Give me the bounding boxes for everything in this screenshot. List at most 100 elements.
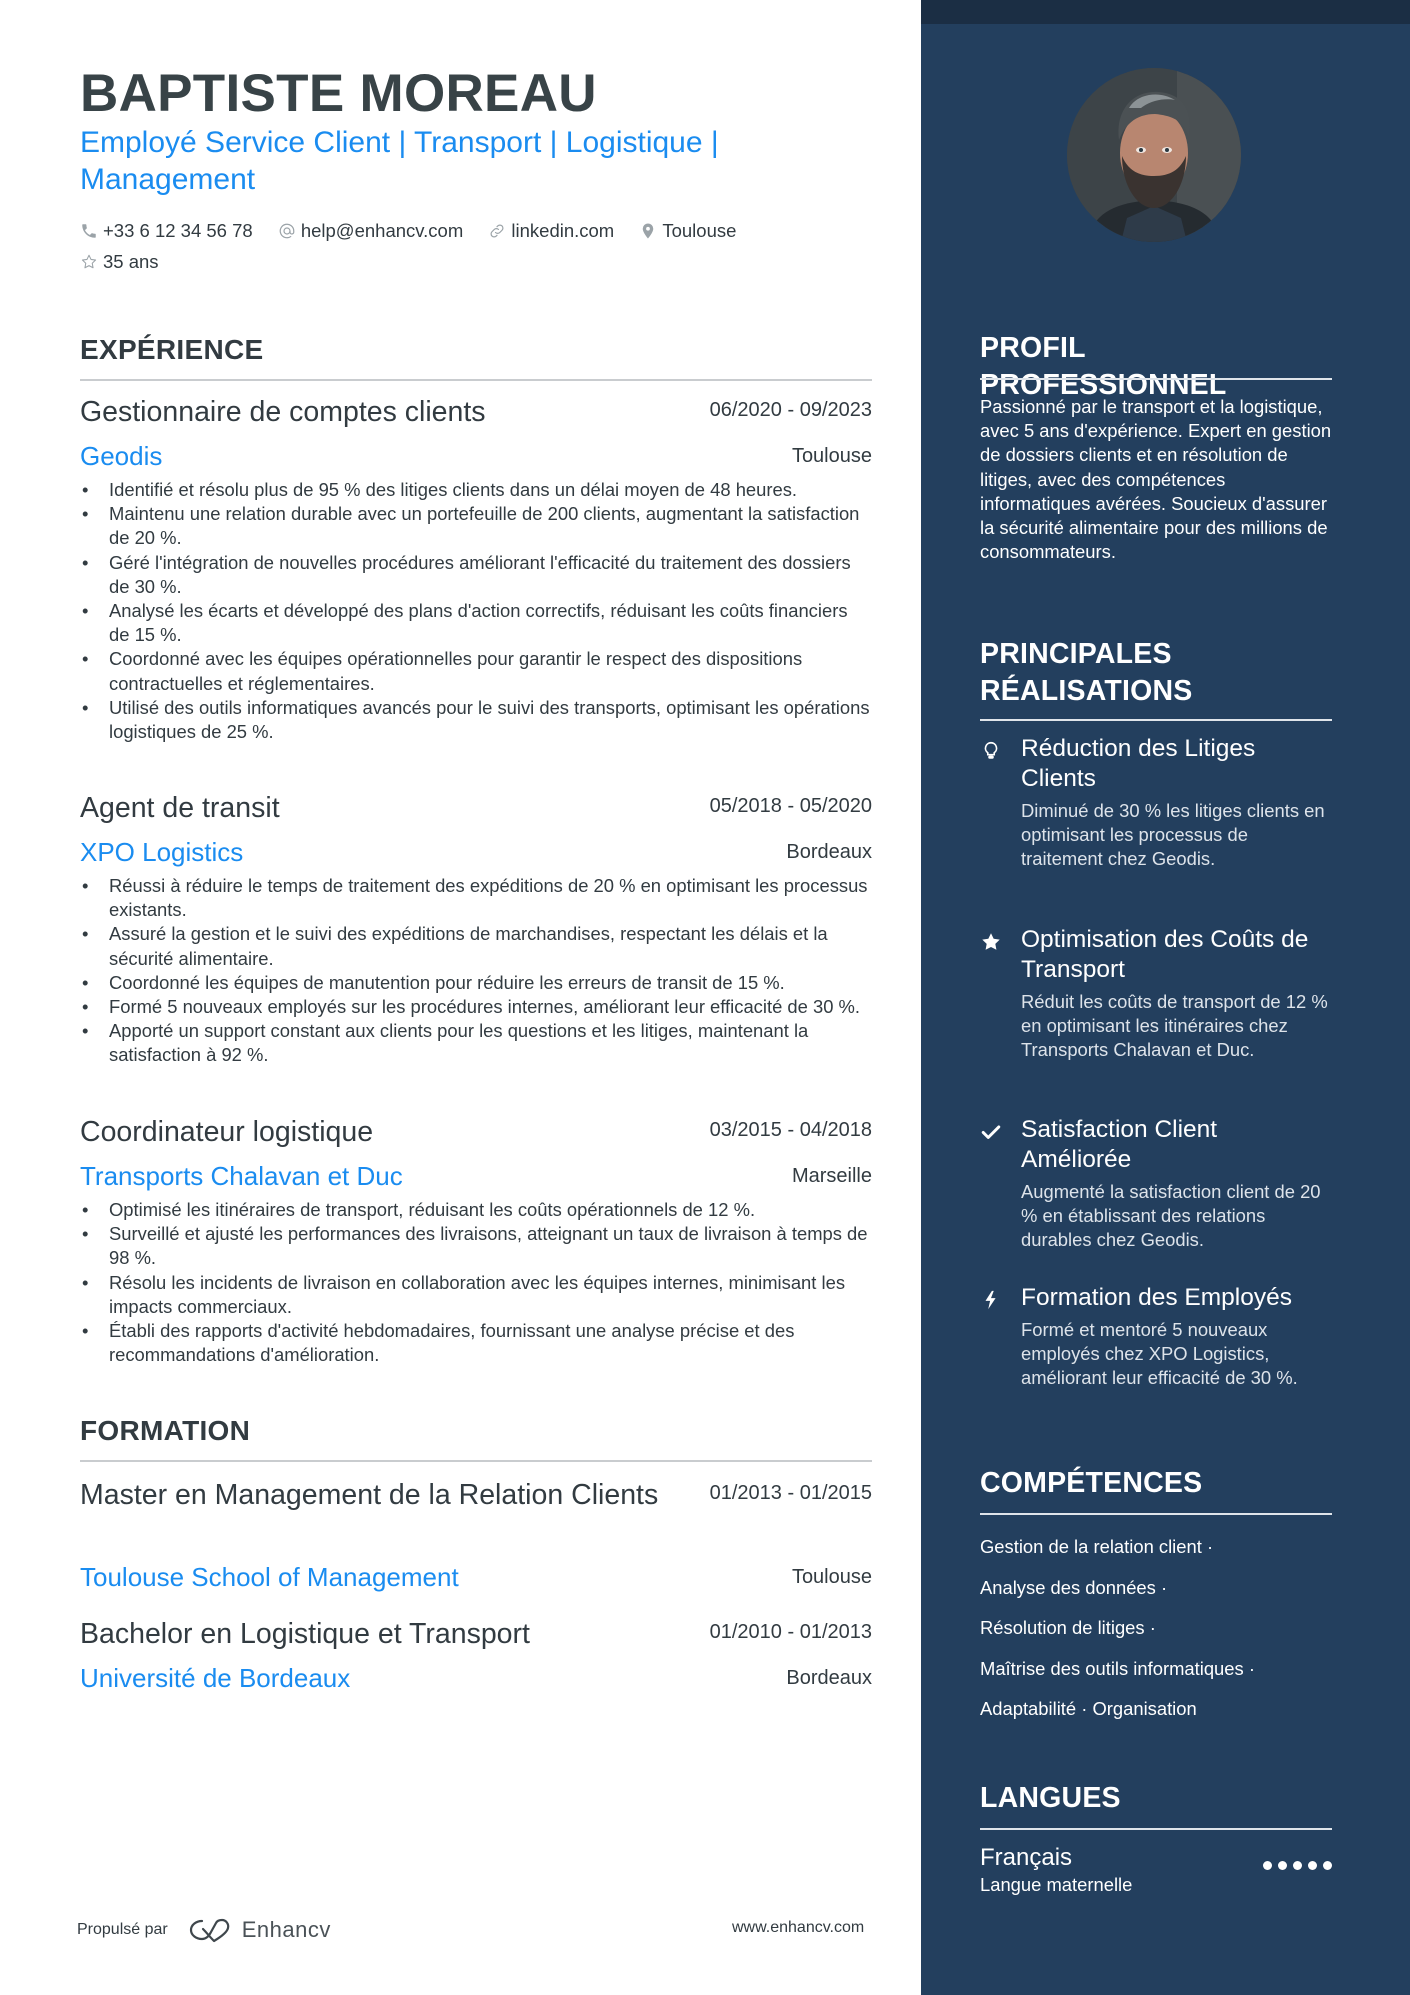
contact-email[interactable]: help@enhancv.com	[278, 217, 463, 245]
enhancv-logo[interactable]: Enhancv	[188, 1917, 331, 1943]
bullet-item: Réussi à réduire le temps de traitement …	[80, 874, 872, 922]
bullet-item: Optimisé les itinéraires de transport, r…	[80, 1198, 872, 1222]
education-location: Toulouse	[791, 1566, 872, 1588]
link-icon	[488, 222, 506, 240]
candidate-name: BAPTISTE MOREAU	[80, 64, 597, 123]
experience-section-title: EXPÉRIENCE	[80, 334, 264, 365]
at-icon	[278, 222, 296, 240]
achievement-item: Satisfaction Client Améliorée Augmenté l…	[980, 1115, 1332, 1253]
contact-linkedin[interactable]: linkedin.com	[488, 217, 614, 245]
contact-email-text: help@enhancv.com	[300, 220, 464, 241]
main-column: BAPTISTE MOREAU Employé Service Client |…	[80, 0, 872, 1995]
contact-info: +33 6 12 34 56 78 help@enhancv.com linke…	[80, 217, 840, 279]
rating-dot-filled	[1293, 1861, 1302, 1870]
skills-section-title: COMPÉTENCES	[980, 1467, 1203, 1499]
bullet-item: Formé 5 nouveaux employés sur les procéd…	[80, 995, 872, 1019]
bullet-item: Analysé les écarts et développé des plan…	[80, 599, 872, 647]
degree-title: Bachelor en Logistique et Transport	[80, 1618, 530, 1650]
achievement-description: Diminué de 30 % les litiges clients en o…	[1021, 800, 1325, 870]
lightning-icon	[980, 1289, 1002, 1311]
skills-list: Gestion de la relation client · Analyse …	[980, 1527, 1332, 1730]
experience-entry: Gestionnaire de comptes clients 06/2020 …	[80, 394, 872, 744]
achievement-title: Satisfaction Client Améliorée	[1021, 1116, 1218, 1173]
achievements-divider	[980, 719, 1332, 721]
job-title: Coordinateur logistique	[80, 1116, 374, 1148]
experience-entry: Agent de transit 05/2018 - 05/2020 XPO L…	[80, 790, 872, 1068]
achievement-description: Réduit les coûts de transport de 12 % en…	[1021, 991, 1328, 1061]
contact-age-text: 35 ans	[103, 251, 159, 272]
achievement-item: Formation des Employés Formé et mentoré …	[980, 1283, 1332, 1391]
footer-branding: Propulsé par Enhancv	[77, 1917, 331, 1943]
contact-location-text: Toulouse	[662, 220, 737, 241]
sidebar: PROFIL PROFESSIONNEL Passionné par le tr…	[921, 0, 1410, 1995]
language-rating	[1263, 1861, 1332, 1870]
achievement-title: Réduction des Litiges Clients	[1021, 735, 1256, 792]
job-bullets: Identifié et résolu plus de 95 % des lit…	[80, 478, 872, 744]
candidate-headline: Employé Service Client | Transport | Log…	[80, 126, 719, 196]
skill-item: Maîtrise des outils informatiques ·	[980, 1657, 1255, 1679]
contact-age: 35 ans	[80, 248, 159, 276]
school-name[interactable]: Université de Bordeaux	[80, 1658, 872, 1698]
profile-section-title: PROFIL PROFESSIONNEL	[980, 332, 1227, 401]
achievement-description: Augmenté la satisfaction client de 20 % …	[1021, 1181, 1321, 1251]
degree-title: Master en Management de la Relation Clie…	[80, 1479, 659, 1511]
job-dates: 05/2018 - 05/2020	[709, 795, 872, 817]
education-entry: Master en Management de la Relation Clie…	[80, 1477, 872, 1599]
contact-location: Toulouse	[639, 217, 736, 245]
company-name[interactable]: Transports Chalavan et Duc	[80, 1156, 872, 1196]
job-dates: 03/2015 - 04/2018	[709, 1119, 872, 1141]
languages-divider	[980, 1828, 1332, 1830]
languages-section-title: LANGUES	[980, 1782, 1121, 1814]
powered-by-label: Propulsé par	[77, 1921, 168, 1938]
education-location: Bordeaux	[786, 1667, 872, 1689]
school-name[interactable]: Toulouse School of Management	[80, 1557, 872, 1597]
achievement-title: Optimisation des Coûts de Transport	[1021, 926, 1309, 983]
education-divider	[80, 1460, 872, 1462]
education-entry: Bachelor en Logistique et Transport 01/2…	[80, 1616, 872, 1700]
bullet-item: Surveillé et ajusté les performances des…	[80, 1222, 872, 1270]
bullet-item: Utilisé des outils informatiques avancés…	[80, 696, 872, 744]
location-icon	[639, 222, 657, 240]
job-location: Toulouse	[791, 445, 872, 467]
job-title: Agent de transit	[80, 792, 280, 824]
lightbulb-icon	[980, 740, 1002, 762]
skill-item: Adaptabilité · Organisation	[980, 1698, 1197, 1719]
enhancv-logo-icon	[188, 1917, 234, 1943]
star-outline-icon	[80, 253, 98, 271]
sidebar-top-strip	[921, 0, 1410, 24]
language-level: Langue maternelle	[980, 1874, 1133, 1895]
bullet-item: Coordonné avec les équipes opérationnell…	[80, 647, 872, 695]
skill-item: Résolution de litiges ·	[980, 1617, 1156, 1638]
skills-divider	[980, 1513, 1332, 1515]
job-bullets: Optimisé les itinéraires de transport, r…	[80, 1198, 872, 1367]
job-location: Bordeaux	[786, 841, 872, 863]
bullet-item: Établi des rapports d'activité hebdomada…	[80, 1319, 872, 1367]
company-name[interactable]: Geodis	[80, 436, 872, 476]
contact-phone-text: +33 6 12 34 56 78	[103, 220, 253, 241]
rating-dot-filled	[1263, 1861, 1272, 1870]
job-location: Marseille	[791, 1165, 872, 1187]
phone-icon	[80, 222, 98, 240]
achievement-item: Réduction des Litiges Clients Diminué de…	[980, 734, 1332, 872]
rating-dot-filled	[1308, 1861, 1317, 1870]
bullet-item: Géré l'intégration de nouvelles procédur…	[80, 551, 872, 599]
achievements-section-title: PRINCIPALES RÉALISATIONS	[980, 638, 1193, 707]
education-dates: 01/2010 - 01/2013	[709, 1621, 872, 1643]
bullet-item: Maintenu une relation durable avec un po…	[80, 502, 872, 550]
education-dates: 01/2013 - 01/2015	[709, 1482, 872, 1504]
star-icon	[980, 931, 1002, 953]
achievement-description: Formé et mentoré 5 nouveaux employés che…	[1021, 1319, 1298, 1389]
company-name[interactable]: XPO Logistics	[80, 832, 872, 872]
profile-divider	[980, 378, 1332, 380]
skill-item: Gestion de la relation client ·	[980, 1536, 1214, 1557]
bullet-item: Résolu les incidents de livraison en col…	[80, 1271, 872, 1319]
footer-url[interactable]: www.enhancv.com	[732, 1919, 864, 1937]
enhancv-brand-name: Enhancv	[241, 1917, 331, 1942]
achievement-item: Optimisation des Coûts de Transport Rédu…	[980, 925, 1332, 1063]
bullet-item: Assuré la gestion et le suivi des expédi…	[80, 922, 872, 970]
contact-phone[interactable]: +33 6 12 34 56 78	[80, 217, 253, 245]
bullet-item: Coordonné les équipes de manutention pou…	[80, 971, 872, 995]
bullet-item: Apporté un support constant aux clients …	[80, 1019, 872, 1067]
skill-item: Analyse des données ·	[980, 1576, 1168, 1598]
language-item: Français Langue maternelle	[980, 1843, 1332, 1897]
